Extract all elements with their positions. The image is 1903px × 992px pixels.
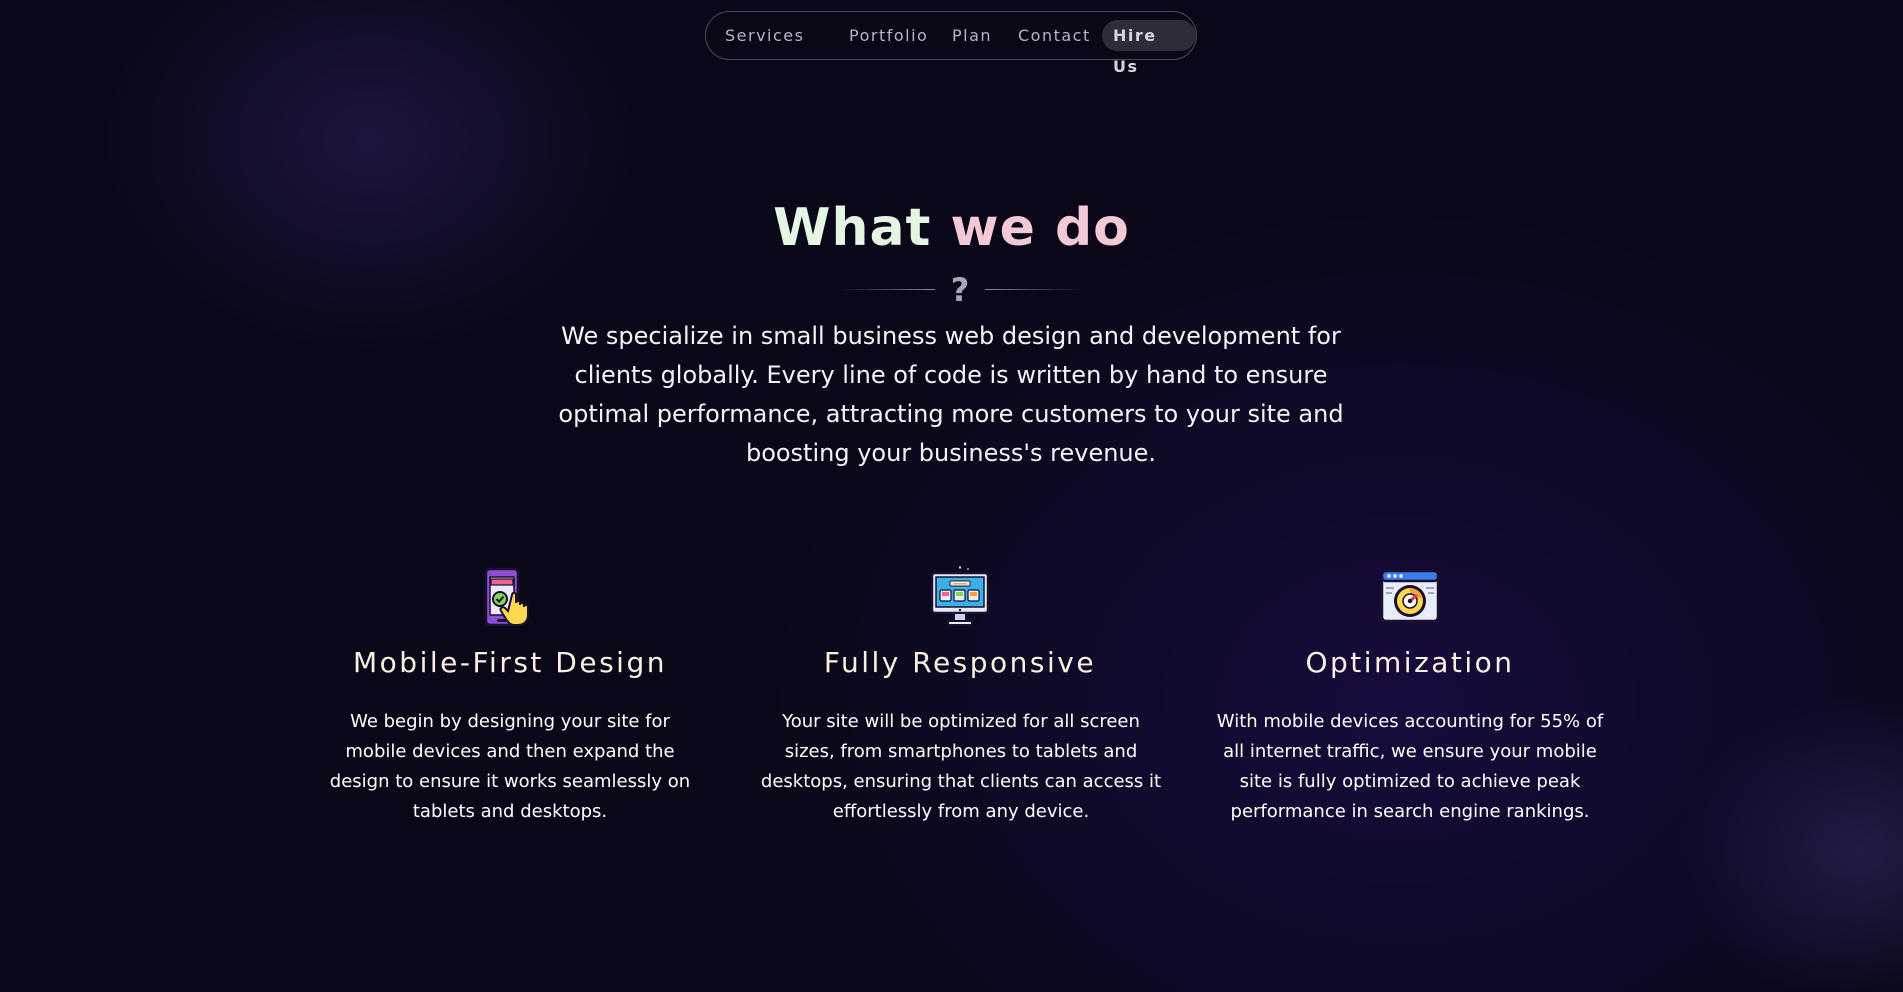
speed-gauge-browser-icon	[1380, 569, 1440, 623]
heading-divider: ?	[0, 272, 1903, 308]
feature-mobile-first: Mobile-First Design We begin by designin…	[310, 565, 710, 827]
heading-second-part: we do	[950, 198, 1130, 258]
divider-line-left	[838, 289, 935, 290]
feature-title: Optimization	[1305, 646, 1515, 679]
section-heading: What we do	[0, 192, 1903, 264]
nav-link-plan[interactable]: Plan	[952, 12, 992, 59]
nav-hire-us-button[interactable]: Hire Us	[1102, 20, 1196, 76]
desktop-monitor-icon	[930, 566, 990, 626]
feature-title: Fully Responsive	[823, 646, 1097, 679]
divider-line-right	[985, 289, 1082, 290]
feature-title: Mobile-First Design	[353, 646, 667, 679]
mobile-touch-icon	[484, 567, 529, 627]
feature-description: Your site will be optimized for all scre…	[760, 711, 1162, 822]
top-navigation: Services Portfolio Plan Contact Hire Us	[705, 11, 1197, 76]
feature-optimization: Optimization With mobile devices account…	[1210, 565, 1610, 827]
nav-link-contact[interactable]: Contact	[1018, 12, 1091, 59]
feature-description: We begin by designing your site for mobi…	[329, 711, 691, 822]
nav-link-services[interactable]: Services	[725, 12, 804, 59]
what-we-do-page: Services Portfolio Plan Contact Hire Us …	[0, 0, 1903, 992]
feature-fully-responsive: Fully Responsive Your site will be optim…	[760, 565, 1162, 827]
nav-link-portfolio[interactable]: Portfolio	[849, 12, 928, 59]
intro-paragraph: We specialize in small business web desi…	[558, 322, 1344, 467]
heading-first-part: What	[773, 198, 951, 258]
feature-description: With mobile devices accounting for 55% o…	[1216, 711, 1604, 822]
question-mark-symbol: ?	[950, 271, 970, 309]
